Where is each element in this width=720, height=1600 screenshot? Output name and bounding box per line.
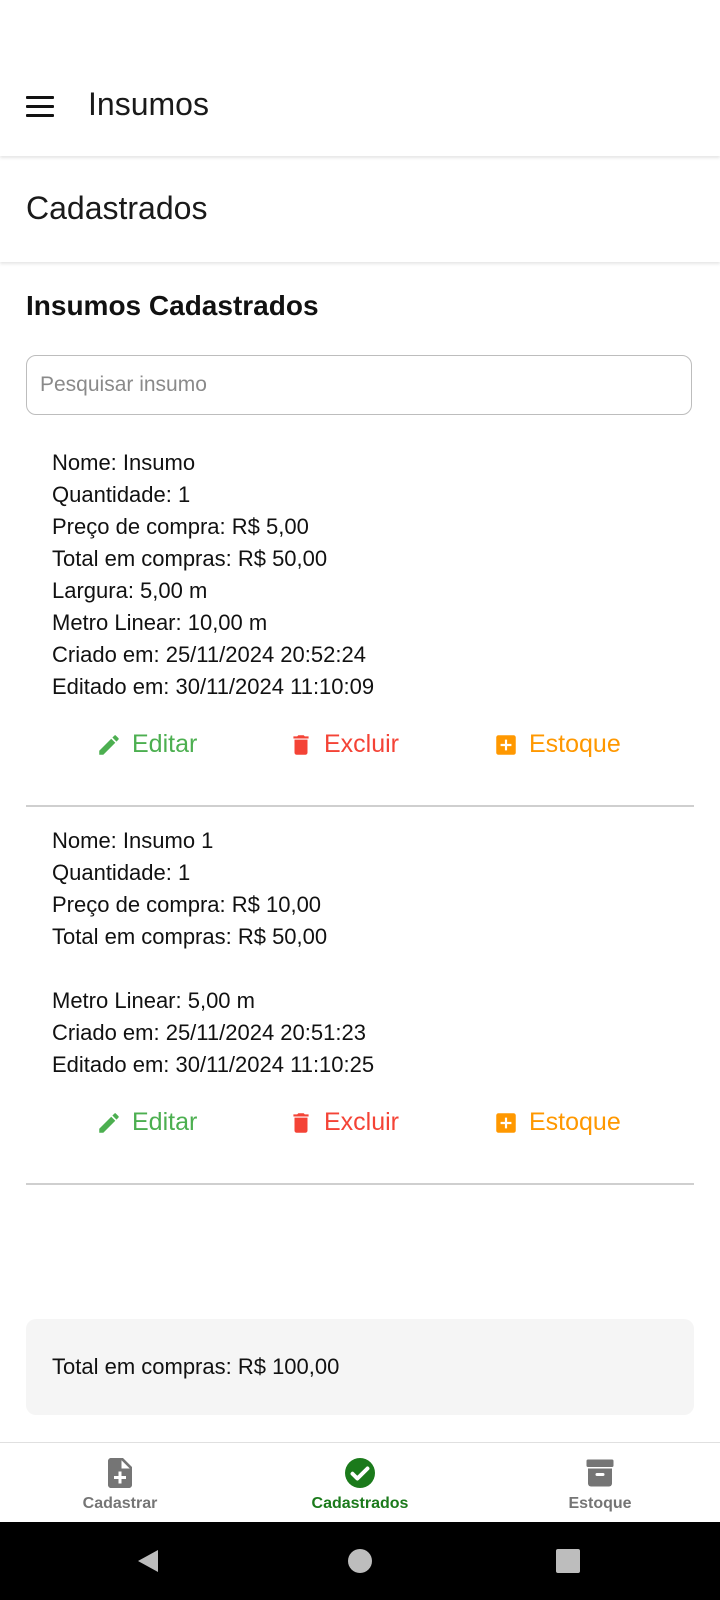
- plus-box-icon: [496, 734, 516, 755]
- item-edited-at: Editado em: 30/11/2024 11:10:25: [52, 1052, 375, 1077]
- stock-button[interactable]: Estoque: [493, 730, 621, 759]
- stock-label: Estoque: [529, 1108, 621, 1136]
- edit-button[interactable]: Editar: [96, 730, 197, 759]
- divider: [26, 805, 694, 807]
- search-input[interactable]: [26, 355, 692, 415]
- nav-item-cadastrar[interactable]: Cadastrar: [0, 1443, 240, 1523]
- stock-button[interactable]: Estoque: [493, 1108, 621, 1137]
- item-linear-meter: Metro Linear: 10,00 m: [52, 610, 268, 635]
- item-linear-meter: Metro Linear: 5,00 m: [52, 988, 255, 1013]
- item-total-purchases: Total em compras: R$ 50,00: [52, 546, 328, 571]
- screen: Insumos Cadastrados Insumos Cadastrados …: [0, 0, 720, 1600]
- nav-label-estoque: Estoque: [568, 1495, 632, 1512]
- check-circle-icon: [345, 1458, 375, 1488]
- total-purchases-text: Total em compras: R$ 100,00: [52, 1354, 340, 1379]
- section-title: Cadastrados: [26, 190, 208, 226]
- delete-button[interactable]: Excluir: [288, 1108, 399, 1137]
- bottom-nav: Cadastrar Cadastrados Estoque: [0, 1442, 720, 1523]
- app-title: Insumos: [88, 86, 209, 122]
- file-add-icon: [108, 1458, 132, 1488]
- item-edited-at: Editado em: 30/11/2024 11:10:09: [52, 674, 375, 699]
- app-bar: Insumos: [0, 0, 720, 156]
- item-quantity: Quantidade: 1: [52, 860, 191, 885]
- trash-icon: [293, 734, 309, 755]
- edit-label: Editar: [132, 730, 198, 758]
- system-nav-bar: [0, 1522, 720, 1600]
- item-created-at: Criado em: 25/11/2024 20:52:24: [52, 642, 366, 667]
- item-quantity: Quantidade: 1: [52, 482, 191, 507]
- item-name: Nome: Insumo 1: [52, 828, 214, 853]
- item-total-purchases: Total em compras: R$ 50,00: [52, 924, 328, 949]
- nav-label-cadastrar: Cadastrar: [82, 1495, 158, 1512]
- item-purchase-price: Preço de compra: R$ 10,00: [52, 892, 322, 917]
- section-header: Cadastrados: [0, 158, 720, 262]
- home-icon[interactable]: [345, 1546, 375, 1576]
- nav-item-cadastrados[interactable]: Cadastrados: [240, 1443, 480, 1523]
- divider: [26, 1183, 694, 1185]
- edit-button[interactable]: Editar: [96, 1108, 197, 1137]
- edit-label: Editar: [132, 1108, 198, 1136]
- back-icon[interactable]: [133, 1546, 163, 1576]
- total-summary-card: Total em compras: R$ 100,00: [26, 1319, 694, 1415]
- list-heading: Insumos Cadastrados: [26, 290, 319, 321]
- delete-button[interactable]: Excluir: [288, 730, 399, 759]
- archive-icon: [586, 1459, 614, 1487]
- plus-box-icon: [496, 1112, 516, 1133]
- trash-icon: [293, 1112, 309, 1133]
- delete-label: Excluir: [324, 730, 400, 758]
- recents-icon[interactable]: [553, 1546, 583, 1576]
- item-width: Largura: 5,00 m: [52, 578, 208, 603]
- menu-icon[interactable]: [22, 90, 58, 126]
- nav-label-cadastrados: Cadastrados: [311, 1495, 409, 1512]
- item-created-at: Criado em: 25/11/2024 20:51:23: [52, 1020, 366, 1045]
- pencil-icon: [99, 1112, 119, 1133]
- item-purchase-price: Preço de compra: R$ 5,00: [52, 514, 309, 539]
- pencil-icon: [99, 734, 119, 755]
- stock-label: Estoque: [529, 730, 621, 758]
- nav-item-estoque[interactable]: Estoque: [480, 1443, 720, 1523]
- item-name: Nome: Insumo: [52, 450, 196, 475]
- delete-label: Excluir: [324, 1108, 400, 1136]
